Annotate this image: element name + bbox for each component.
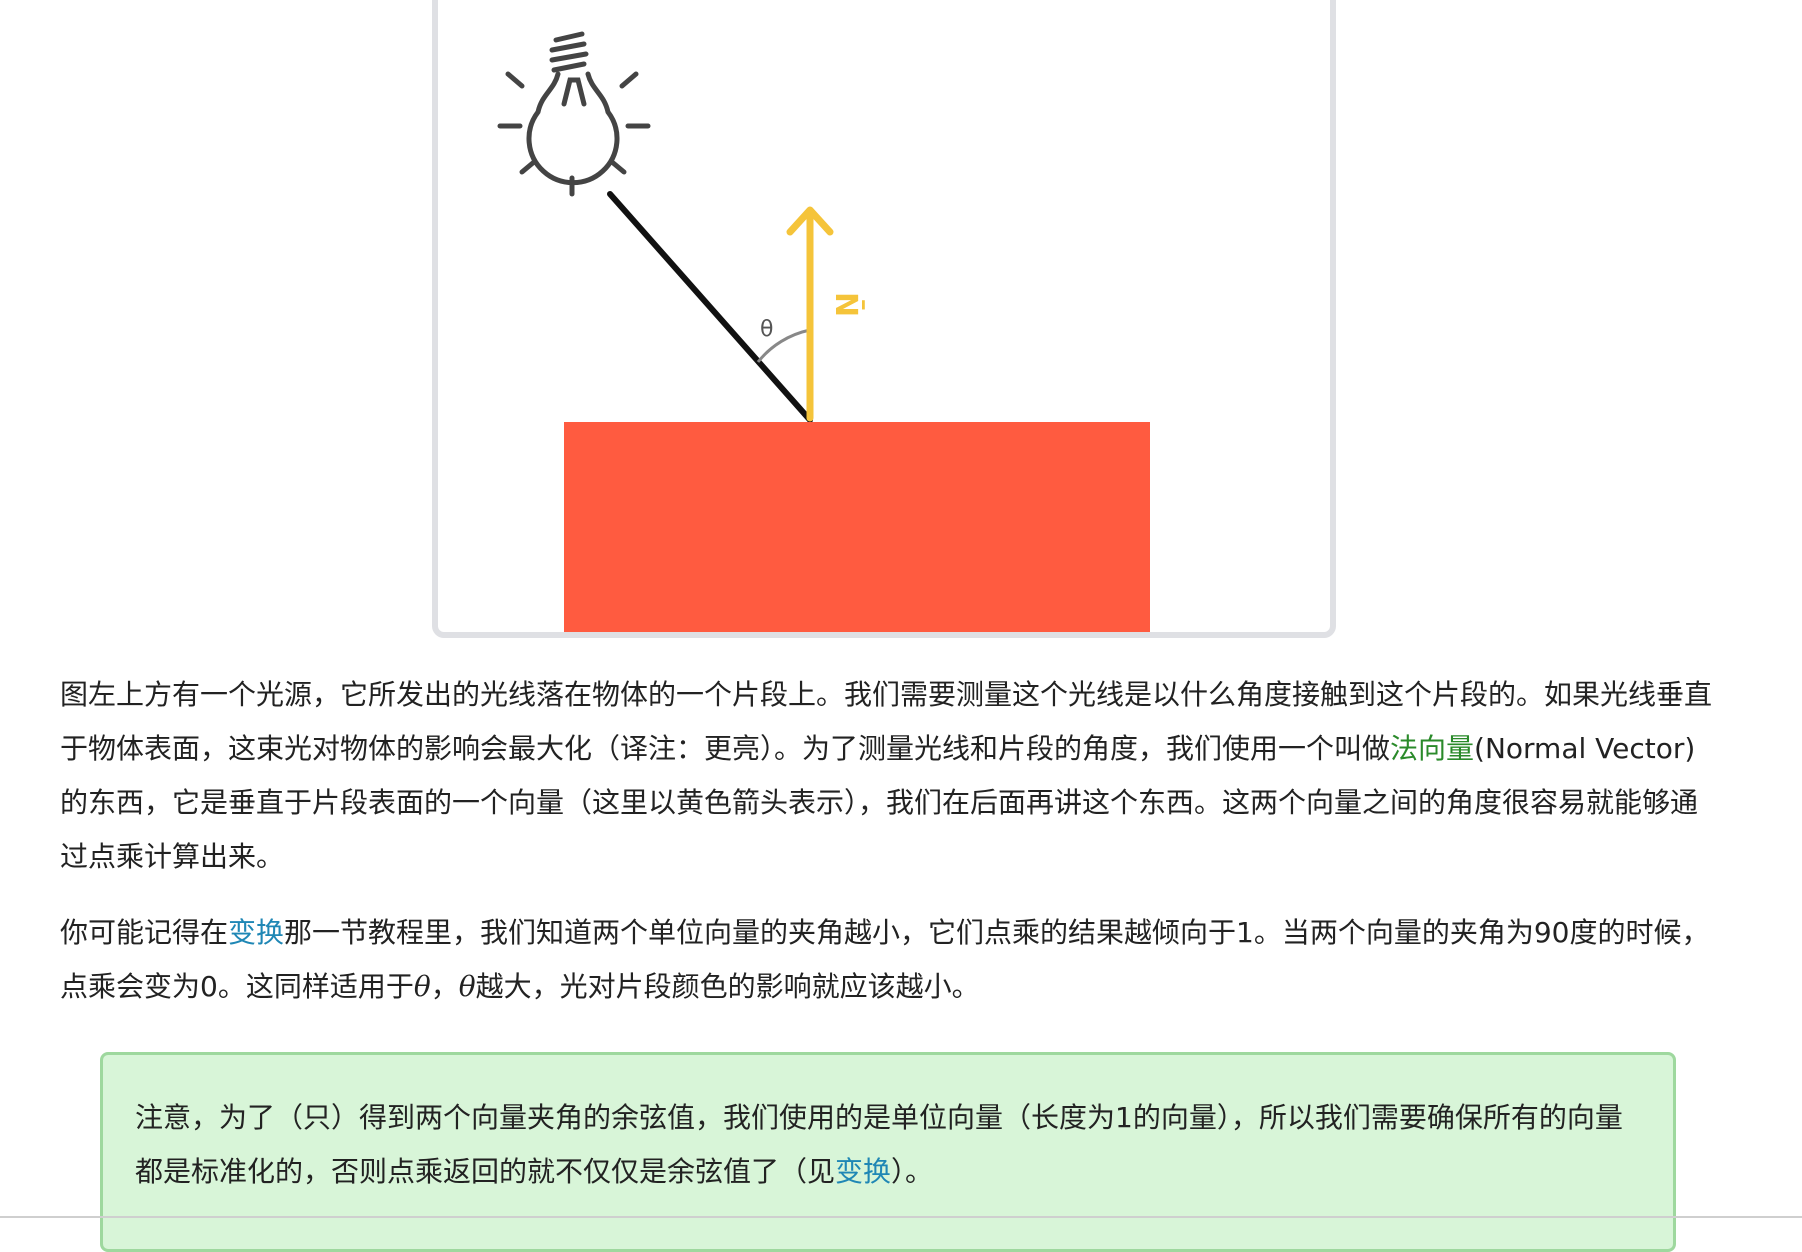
- normal-label: N̄: [828, 292, 864, 317]
- note-text-end: ）。: [891, 1155, 934, 1188]
- theta-symbol: θ: [458, 970, 476, 1003]
- paragraph-light-angle: 图左上方有一个光源，它所发出的光线落在物体的一个片段上。我们需要测量这个光线是以…: [60, 668, 1720, 884]
- note-text: 注意，为了（只）得到两个向量夹角的余弦值，我们使用的是单位向量（长度为1的向量）…: [135, 1091, 1635, 1199]
- normal-vector-link[interactable]: 法向量: [1390, 732, 1474, 765]
- bottom-divider: [0, 1216, 1802, 1218]
- diagram-frame: θ N̄: [432, 0, 1336, 638]
- note-transform-link[interactable]: 变换: [835, 1155, 891, 1188]
- light-bulb-icon: [497, 31, 651, 197]
- normal-arrow: [786, 206, 834, 422]
- para2-text-start: 你可能记得在: [60, 916, 229, 949]
- note-box: 注意，为了（只）得到两个向量夹角的余弦值，我们使用的是单位向量（长度为1的向量）…: [100, 1052, 1676, 1252]
- paragraph-dot-product: 你可能记得在变换那一节教程里，我们知道两个单位向量的夹角越小，它们点乘的结果越倾…: [60, 906, 1720, 1014]
- diffuse-lighting-diagram: θ N̄: [497, 31, 1150, 632]
- para2-text-end: 越大，光对片段颜色的影响就应该越小。: [475, 970, 980, 1003]
- theta-symbol: θ: [413, 970, 431, 1003]
- light-ray: [607, 191, 813, 423]
- object-surface: [564, 422, 1150, 632]
- transform-link[interactable]: 变换: [228, 916, 284, 949]
- theta-label: θ: [760, 317, 773, 342]
- para2-separator: ，: [430, 970, 459, 1003]
